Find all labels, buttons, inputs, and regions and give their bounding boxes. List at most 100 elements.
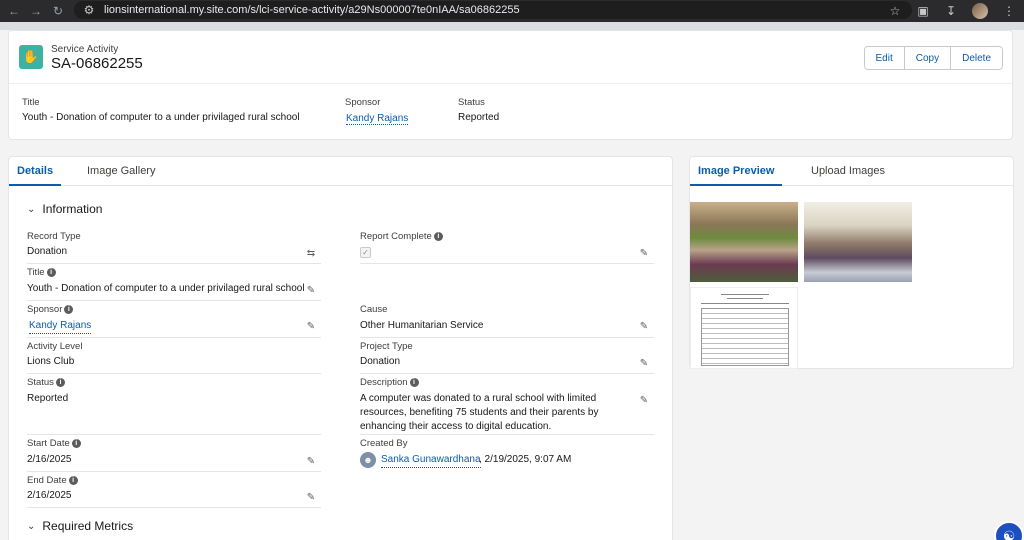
info-icon[interactable]: i bbox=[64, 305, 74, 314]
field-underline bbox=[27, 300, 321, 301]
edit-cause-pencil-icon[interactable]: ✎ bbox=[638, 320, 650, 332]
field-underline bbox=[27, 337, 321, 338]
site-settings-icon[interactable]: ⚙ bbox=[82, 3, 96, 17]
highlight-sponsor-link[interactable]: Kandy Rajans bbox=[346, 113, 409, 125]
created-by-user-link[interactable]: Sanka Gunawardhana bbox=[381, 453, 481, 468]
highlight-status-value: Reported bbox=[458, 112, 500, 123]
info-icon[interactable]: i bbox=[46, 268, 56, 277]
field-underline bbox=[360, 263, 654, 264]
highlight-title-value: Youth - Donation of computer to a under … bbox=[22, 112, 300, 123]
edit-title-pencil-icon[interactable]: ✎ bbox=[305, 284, 317, 296]
browser-toolbar: ← → ↻ ⚙ lionsinternational.my.site.com/s… bbox=[0, 0, 1024, 22]
description-label: Description i bbox=[360, 377, 419, 388]
edit-sponsor-pencil-icon[interactable]: ✎ bbox=[305, 320, 317, 332]
cause-value: Other Humanitarian Service bbox=[360, 320, 484, 331]
start-date-label: Start Date i bbox=[27, 438, 81, 449]
tab-image-preview[interactable]: Image Preview bbox=[690, 165, 783, 186]
service-activity-icon: ✋ bbox=[19, 45, 43, 69]
forward-icon[interactable]: → bbox=[28, 3, 44, 19]
accessibility-icon[interactable]: ☯ bbox=[994, 521, 1024, 540]
page-top-band bbox=[0, 22, 1024, 30]
section-information-title: Information bbox=[42, 202, 103, 216]
download-icon[interactable]: ↧ bbox=[944, 4, 958, 18]
image-thumbnail[interactable] bbox=[804, 202, 912, 282]
info-icon[interactable]: i bbox=[433, 232, 443, 241]
chevron-down-icon: ⌄ bbox=[27, 520, 36, 532]
info-icon[interactable]: i bbox=[71, 439, 81, 448]
field-underline bbox=[27, 507, 321, 508]
bookmark-star-icon[interactable]: ☆ bbox=[888, 4, 902, 18]
created-by-label: Created By bbox=[360, 438, 408, 449]
field-underline bbox=[27, 263, 321, 264]
image-tabs: Image Preview Upload Images bbox=[690, 157, 1013, 186]
section-required-metrics-title: Required Metrics bbox=[42, 519, 134, 533]
field-underline bbox=[360, 373, 654, 374]
edit-description-pencil-icon[interactable]: ✎ bbox=[638, 394, 650, 406]
profile-avatar[interactable] bbox=[972, 3, 988, 19]
doc-table bbox=[701, 308, 789, 366]
image-thumbnail[interactable] bbox=[690, 202, 798, 282]
activity-level-value: Lions Club bbox=[27, 356, 75, 367]
field-underline bbox=[27, 373, 321, 374]
doc-text-line bbox=[727, 298, 763, 299]
description-line-1: A computer was donated to a rural school… bbox=[360, 393, 597, 404]
field-underline bbox=[27, 471, 321, 472]
tab-image-gallery[interactable]: Image Gallery bbox=[87, 165, 155, 186]
address-bar[interactable]: ⚙ lionsinternational.my.site.com/s/lci-s… bbox=[74, 1, 912, 19]
image-panel: Image Preview Upload Images bbox=[689, 156, 1014, 369]
sponsor-label-text: Sponsor bbox=[27, 304, 63, 315]
action-buttons: Edit Copy Delete bbox=[863, 46, 1003, 70]
highlight-sponsor-label: Sponsor bbox=[345, 97, 381, 108]
created-by-date: , 2/19/2025, 9:07 AM bbox=[479, 454, 572, 465]
record-header: ✋ Service Activity SA-06862255 Edit Copy… bbox=[8, 30, 1013, 140]
object-label: Service Activity bbox=[51, 44, 119, 55]
status-field-label: Status i bbox=[27, 377, 65, 388]
report-complete-label-text: Report Complete bbox=[360, 231, 432, 242]
report-complete-checkbox[interactable]: ✓ bbox=[360, 247, 371, 258]
edit-report-complete-pencil-icon[interactable]: ✎ bbox=[638, 247, 650, 259]
start-date-value: 2/16/2025 bbox=[27, 454, 72, 465]
info-icon[interactable]: i bbox=[55, 378, 65, 387]
back-icon[interactable]: ← bbox=[6, 3, 22, 19]
section-information[interactable]: ⌄ Information bbox=[27, 202, 102, 216]
highlight-title-label: Title bbox=[22, 97, 40, 108]
info-icon[interactable]: i bbox=[68, 476, 78, 485]
menu-kebab-icon[interactable]: ⋮ bbox=[1002, 4, 1016, 18]
info-icon[interactable]: i bbox=[409, 378, 419, 387]
details-panel: Details Image Gallery ⌄ Information Reco… bbox=[8, 156, 673, 540]
end-date-label: End Date i bbox=[27, 475, 78, 486]
document-thumbnail[interactable] bbox=[690, 287, 798, 369]
field-underline bbox=[27, 434, 321, 435]
section-required-metrics[interactable]: ⌄ Required Metrics bbox=[27, 519, 133, 533]
sponsor-field-link[interactable]: Kandy Rajans bbox=[29, 319, 92, 334]
reload-icon[interactable]: ↻ bbox=[50, 3, 66, 19]
tab-details[interactable]: Details bbox=[9, 165, 62, 186]
title-field-label: Title i bbox=[27, 267, 56, 278]
record-type-label: Record Type bbox=[27, 231, 81, 242]
sponsor-field-label: Sponsor i bbox=[27, 304, 74, 315]
status-field-value: Reported bbox=[27, 393, 69, 404]
edit-project-type-pencil-icon[interactable]: ✎ bbox=[638, 357, 650, 369]
end-date-label-text: End Date bbox=[27, 475, 67, 486]
edit-start-date-pencil-icon[interactable]: ✎ bbox=[305, 455, 317, 467]
chevron-down-icon: ⌄ bbox=[27, 203, 36, 215]
copy-button[interactable]: Copy bbox=[903, 47, 951, 69]
change-record-type-icon[interactable]: ⇆ bbox=[305, 247, 317, 259]
edit-end-date-pencil-icon[interactable]: ✎ bbox=[305, 491, 317, 503]
title-field-value: Youth - Donation of computer to a under … bbox=[27, 283, 305, 294]
header-divider bbox=[9, 83, 1012, 84]
field-underline bbox=[360, 434, 654, 435]
description-line-3: enhancing their access to digital educat… bbox=[360, 421, 552, 432]
doc-text-line bbox=[701, 303, 789, 304]
user-avatar-icon: ☻ bbox=[360, 452, 376, 468]
doc-text-line bbox=[721, 294, 769, 295]
delete-button[interactable]: Delete bbox=[950, 47, 1002, 69]
project-type-label: Project Type bbox=[360, 341, 413, 352]
details-tabs: Details Image Gallery bbox=[9, 157, 672, 186]
tab-upload-images[interactable]: Upload Images bbox=[811, 165, 885, 186]
description-line-2: resources, benefiting 75 students and th… bbox=[360, 407, 599, 418]
extensions-icon[interactable]: ▣ bbox=[916, 4, 930, 18]
field-underline bbox=[360, 337, 654, 338]
edit-button[interactable]: Edit bbox=[864, 47, 904, 69]
report-complete-label: Report Complete i bbox=[360, 231, 443, 242]
